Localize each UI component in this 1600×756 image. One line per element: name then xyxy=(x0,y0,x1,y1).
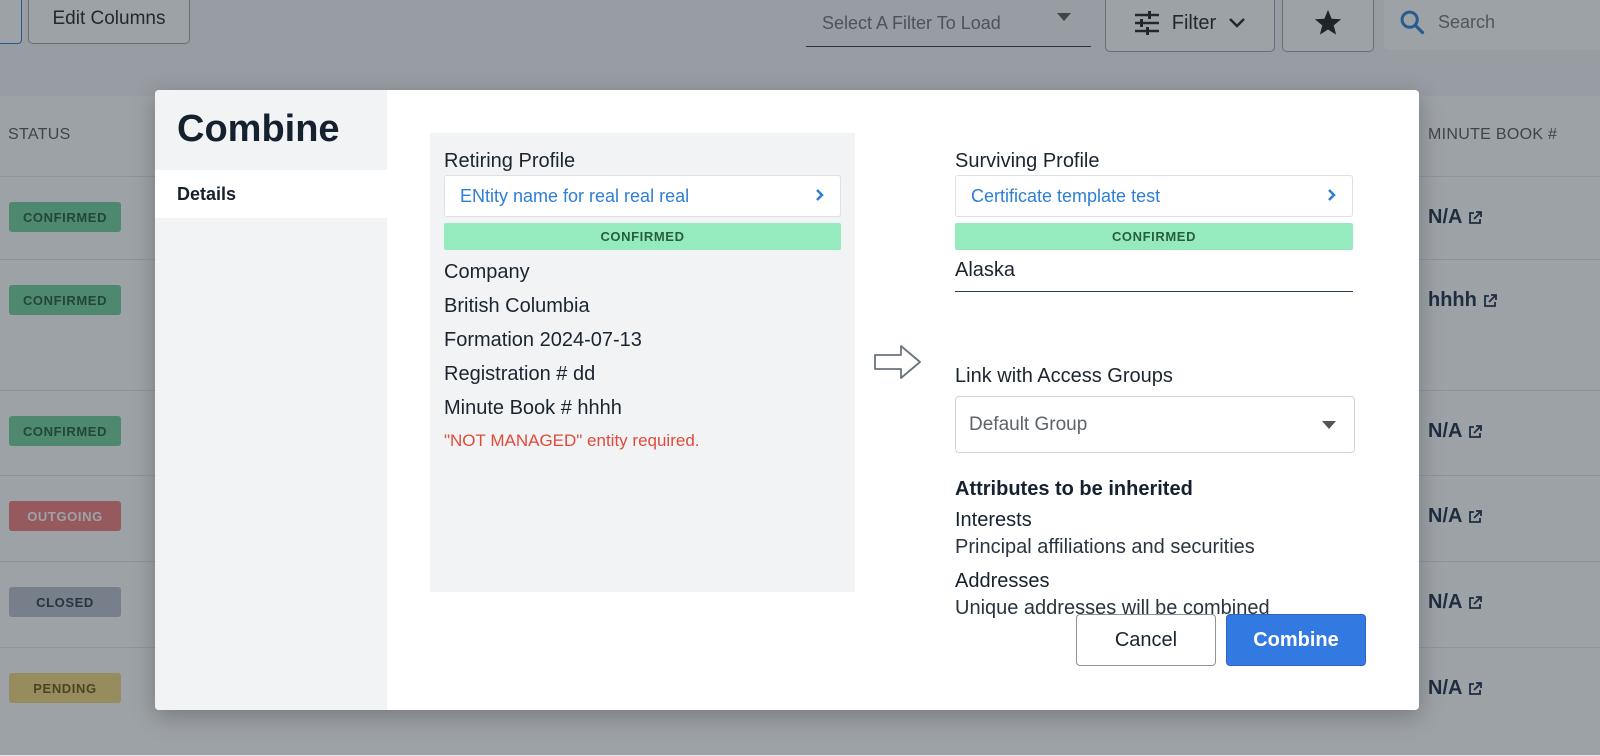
access-groups-label: Link with Access Groups xyxy=(955,365,1173,387)
chevron-right-icon xyxy=(1328,189,1336,201)
dialog-title: Combine xyxy=(177,108,340,150)
arrow-right-icon xyxy=(874,345,921,379)
attributes-title: Attributes to be inherited xyxy=(955,478,1193,500)
not-managed-warning: "NOT MANAGED" entity required. xyxy=(444,431,700,450)
attribute-description: Principal affiliations and securities xyxy=(955,536,1255,558)
combine-dialog: Combine Details Retiring Profile ENtity … xyxy=(155,90,1419,710)
attribute-name: Interests xyxy=(955,509,1032,531)
access-group-selected: Default Group xyxy=(969,413,1088,435)
surviving-status-badge: CONFIRMED xyxy=(955,223,1353,250)
surviving-entity-link[interactable]: Certificate template test xyxy=(955,175,1353,217)
retiring-entity-name: ENtity name for real real real xyxy=(460,185,690,206)
surviving-jurisdiction-value: Alaska xyxy=(955,259,1016,281)
retiring-entity-link[interactable]: ENtity name for real real real xyxy=(444,175,841,217)
tab-details[interactable]: Details xyxy=(155,170,387,218)
retiring-formation-date: Formation 2024-07-13 xyxy=(444,329,642,351)
surviving-profile-panel: Surviving Profile Certificate template t… xyxy=(955,133,1355,619)
retiring-registration-number: Registration # dd xyxy=(444,363,596,385)
retiring-entity-type: Company xyxy=(444,261,530,283)
cancel-button[interactable]: Cancel xyxy=(1076,614,1216,666)
retiring-minute-book: Minute Book # hhhh xyxy=(444,397,622,419)
surviving-jurisdiction-field[interactable]: Alaska xyxy=(955,249,1353,292)
surviving-entity-name: Certificate template test xyxy=(971,185,1161,206)
chevron-right-icon xyxy=(816,189,824,201)
attribute-name: Addresses xyxy=(955,570,1050,592)
access-group-select[interactable]: Default Group xyxy=(955,396,1355,453)
surviving-profile-label: Surviving Profile xyxy=(955,150,1100,172)
retiring-profile-label: Retiring Profile xyxy=(444,150,576,172)
combine-button[interactable]: Combine xyxy=(1226,614,1366,666)
retiring-status-badge: CONFIRMED xyxy=(444,223,841,250)
caret-down-icon xyxy=(1322,421,1336,429)
dialog-sidebar: Combine Details xyxy=(155,90,387,710)
retiring-profile-panel: Retiring Profile ENtity name for real re… xyxy=(430,133,855,592)
tab-details-label: Details xyxy=(177,183,237,204)
retiring-jurisdiction: British Columbia xyxy=(444,295,590,317)
